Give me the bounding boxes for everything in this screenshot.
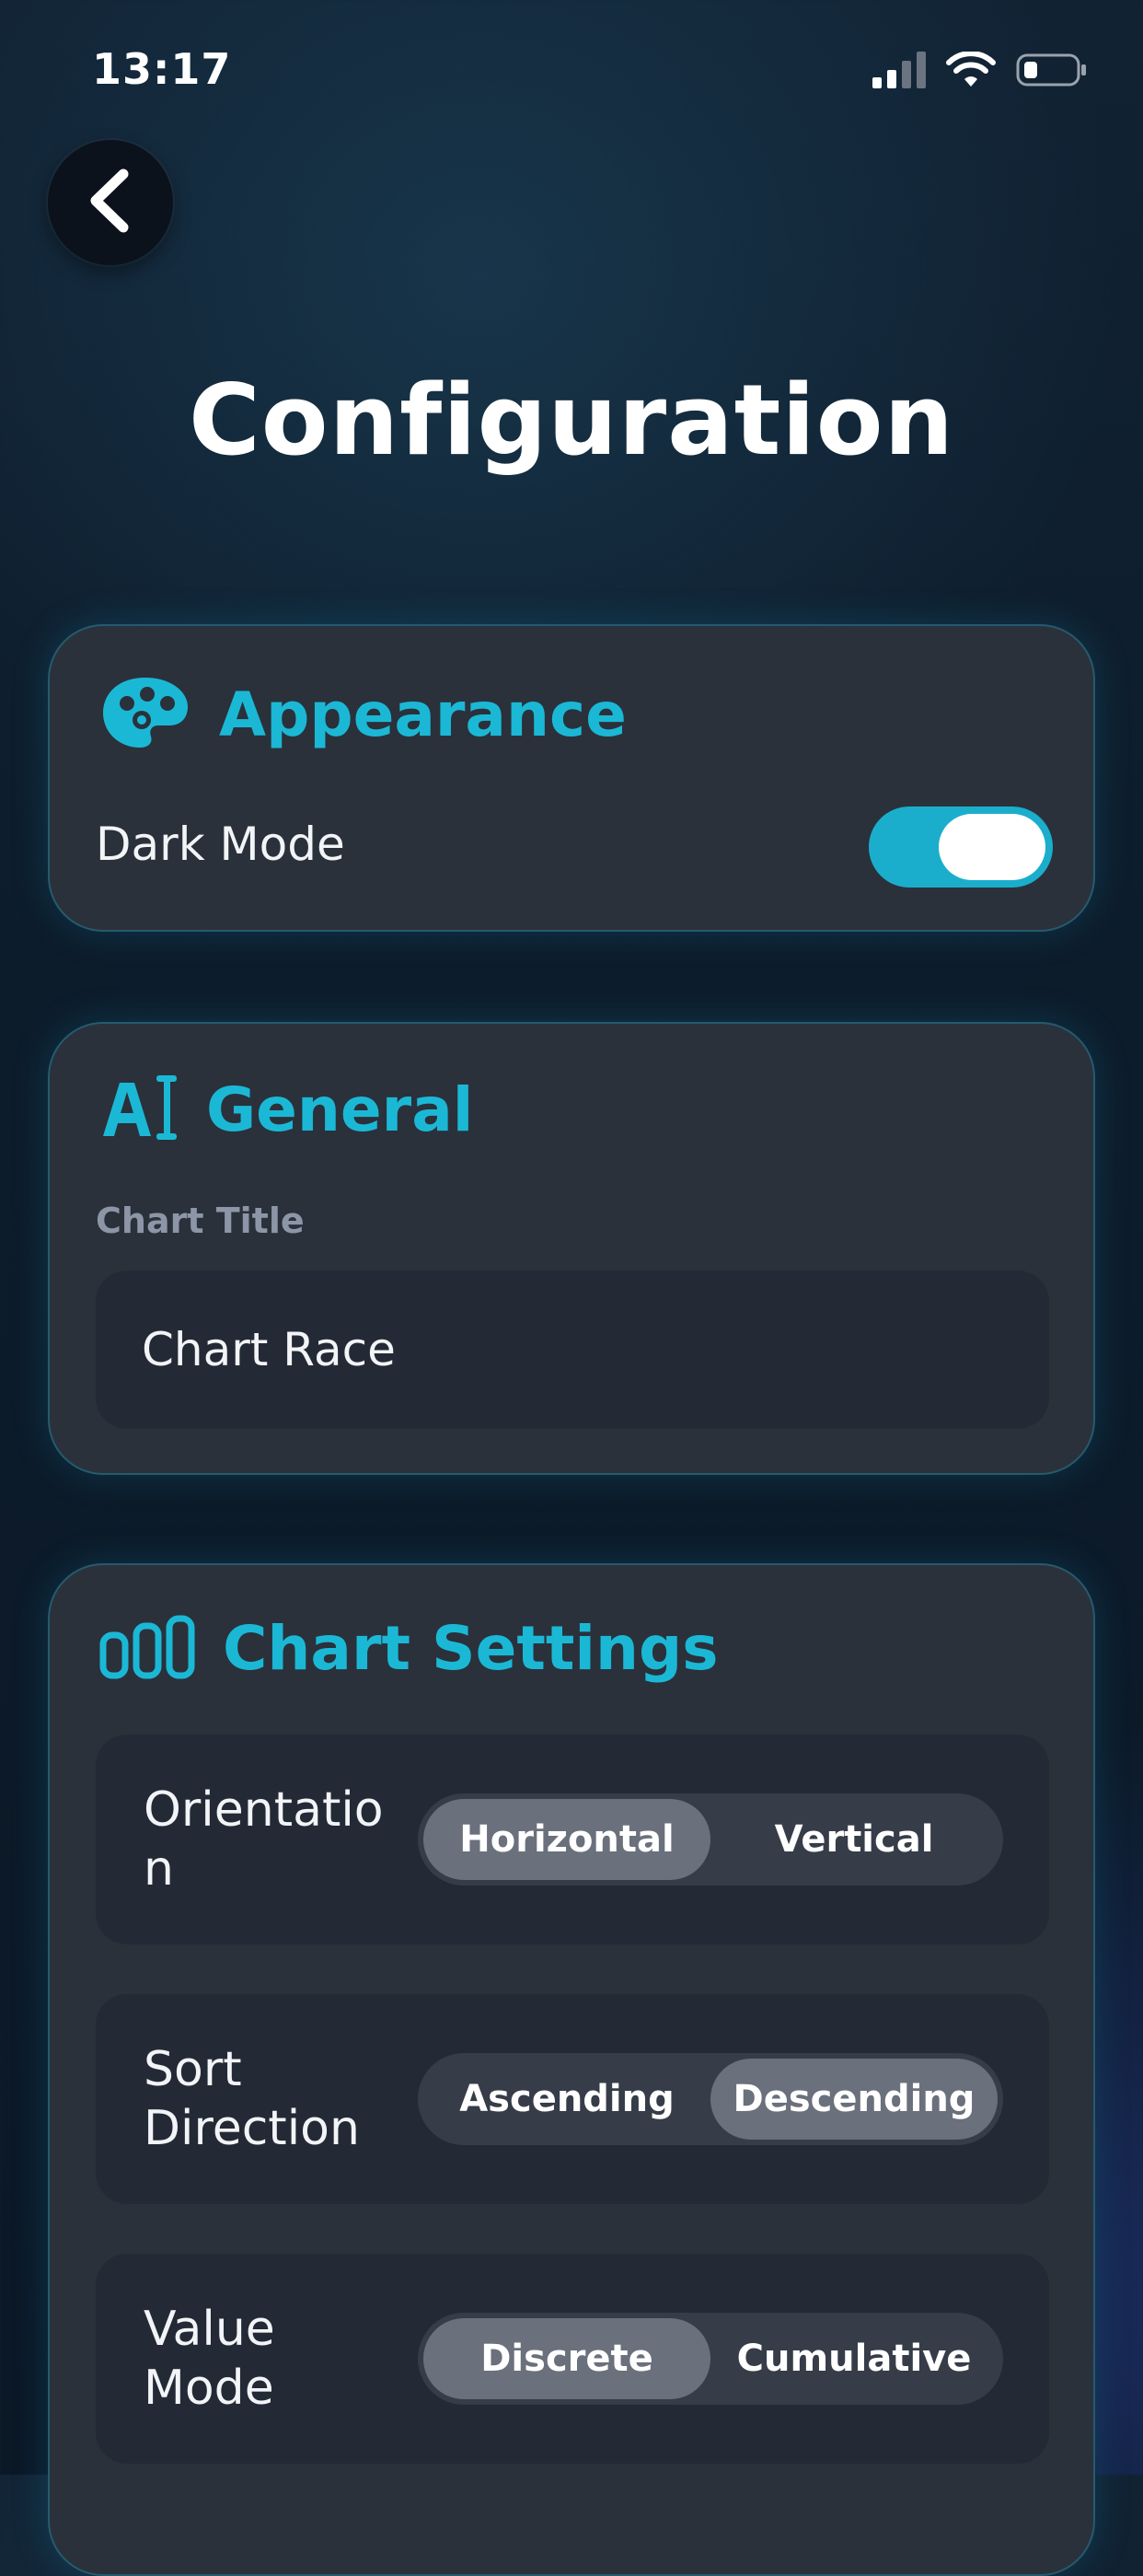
value-mode-option-discrete[interactable]: Discrete — [423, 2318, 710, 2399]
sort-option-ascending[interactable]: Ascending — [423, 2059, 710, 2140]
sort-option-descending[interactable]: Descending — [710, 2059, 998, 2140]
orientation-option-vertical[interactable]: Vertical — [710, 1799, 998, 1880]
value-mode-option-cumulative[interactable]: Cumulative — [710, 2318, 998, 2399]
chart-settings-header: Chart Settings — [99, 1613, 719, 1684]
page-title: Configuration — [189, 364, 954, 477]
orientation-option-horizontal[interactable]: Horizontal — [423, 1799, 710, 1880]
sort-direction-label: Sort Direction — [144, 2042, 360, 2156]
chevron-left-icon — [83, 168, 138, 237]
value-mode-segmented-control: Discrete Cumulative — [418, 2313, 1003, 2405]
general-card: General Chart Title — [48, 1022, 1095, 1475]
chart-settings-card: Chart Settings Orientation Horizontal Ve… — [48, 1563, 1095, 2576]
sort-direction-segmented-control: Ascending Descending — [418, 2053, 1003, 2145]
appearance-card: Appearance Dark Mode — [48, 624, 1095, 932]
value-mode-row: Value Mode Discrete Cumulative — [96, 2254, 1049, 2464]
chart-settings-title: Chart Settings — [223, 1613, 719, 1684]
general-header: General — [99, 1072, 473, 1147]
toggle-knob — [939, 814, 1045, 880]
status-icons — [872, 51, 1088, 92]
palette-icon — [99, 674, 191, 755]
bar-chart-icon — [99, 1615, 195, 1683]
appearance-header: Appearance — [99, 674, 627, 755]
cellular-signal-icon — [872, 52, 926, 92]
general-title: General — [206, 1073, 474, 1145]
sort-direction-row: Sort Direction Ascending Descending — [96, 1994, 1049, 2204]
dark-mode-toggle[interactable] — [869, 806, 1053, 888]
appearance-title: Appearance — [219, 679, 627, 750]
battery-icon — [1016, 52, 1088, 92]
value-mode-label: Value Mode — [144, 2302, 275, 2416]
back-button[interactable] — [48, 140, 173, 265]
status-time: 13:17 — [92, 44, 232, 94]
chart-title-input[interactable] — [96, 1271, 1049, 1429]
orientation-segmented-control: Horizontal Vertical — [418, 1793, 1003, 1886]
orientation-label: Orientation — [144, 1782, 384, 1897]
wifi-icon — [946, 51, 996, 92]
dark-mode-label: Dark Mode — [96, 818, 345, 871]
chart-title-label: Chart Title — [96, 1201, 305, 1241]
status-bar: 13:17 — [0, 0, 1143, 138]
text-cursor-icon — [99, 1072, 179, 1147]
orientation-row: Orientation Horizontal Vertical — [96, 1735, 1049, 1944]
